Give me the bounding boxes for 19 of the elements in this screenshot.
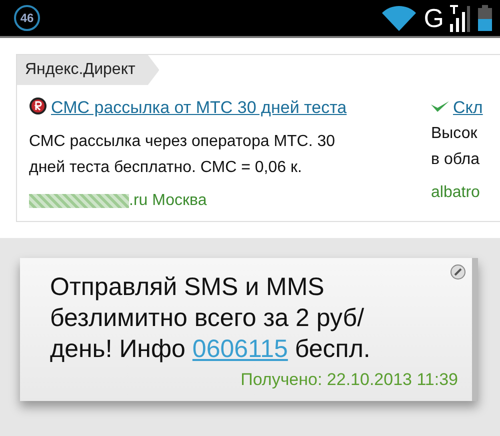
- logo-icon: [29, 97, 47, 115]
- wifi-icon: [382, 5, 416, 31]
- ad-description-line: в обла: [431, 150, 481, 170]
- signal-icon: [448, 4, 470, 32]
- received-time: Получено: 22.10.2013 11:39: [240, 369, 458, 391]
- ad-domain[interactable]: .ru: [129, 192, 148, 209]
- battery-icon: [478, 5, 492, 31]
- check-icon: [431, 101, 449, 113]
- ad-description-line: Высок: [431, 124, 478, 144]
- notification-count: 46: [14, 5, 40, 31]
- phone-link[interactable]: 0606115: [192, 335, 288, 363]
- ad-region: Москва: [152, 192, 207, 209]
- ad-description: СМС рассылка через оператора МТС. 30 дней теста бесплатно. СМС = 0,06 к.: [29, 132, 336, 178]
- ad-title-link[interactable]: Скл: [453, 98, 483, 117]
- message-text: Отправляй SMS и MMS безлимитно всего за 2 руб/ день! Инфо 0606115 беспл.: [50, 272, 372, 365]
- network-type: G: [424, 5, 444, 31]
- ad-domain[interactable]: albatro: [431, 184, 480, 201]
- ad-title-link[interactable]: СМС рассылка от МТС 30 дней теста: [51, 98, 347, 117]
- ad-label: Яндекс.Директ: [17, 55, 160, 85]
